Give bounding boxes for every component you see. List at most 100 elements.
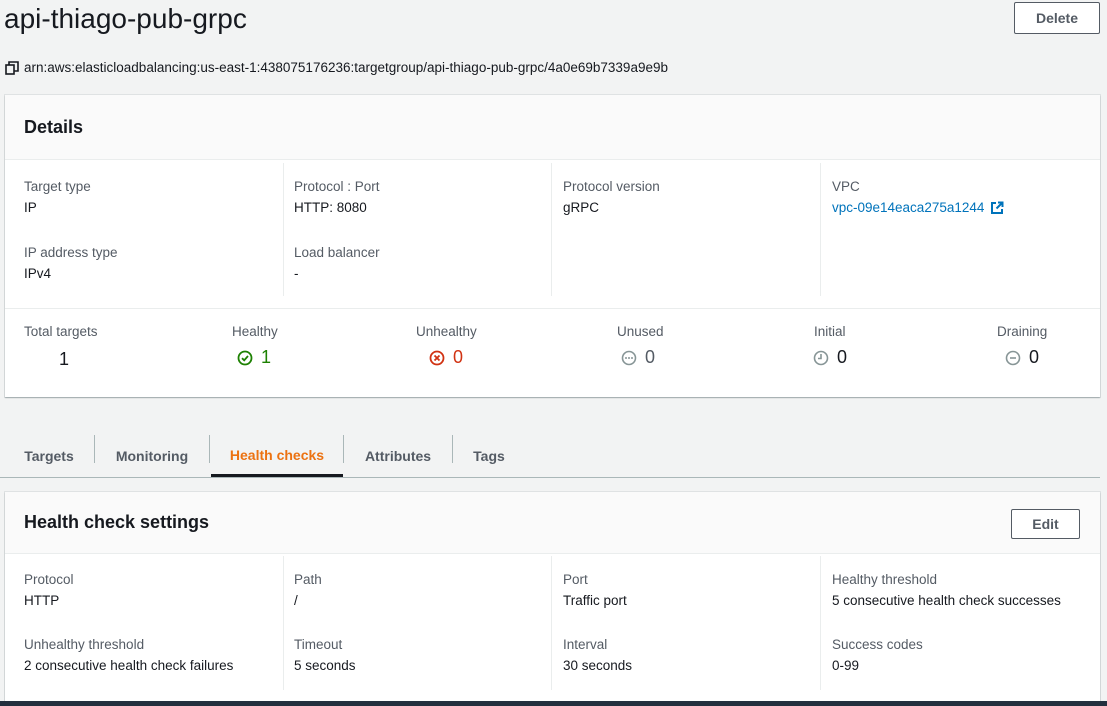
draining-stat: Draining 0 xyxy=(997,324,1047,368)
protocol-version-value: gRPC xyxy=(563,200,600,215)
hc-timeout-value: 5 seconds xyxy=(294,658,356,673)
healthy-label: Healthy xyxy=(232,324,278,339)
clock-icon xyxy=(813,350,829,365)
unhealthy-stat: Unhealthy 0 xyxy=(416,324,477,368)
hc-path-field: Path / xyxy=(294,572,322,608)
details-col-4: VPC vpc-09e14eaca275a1244 xyxy=(820,163,1100,296)
protocol-port-value: HTTP: 8080 xyxy=(294,200,367,215)
delete-button[interactable]: Delete xyxy=(1014,2,1100,34)
edit-button[interactable]: Edit xyxy=(1011,509,1080,539)
unused-label: Unused xyxy=(617,324,664,339)
check-circle-icon xyxy=(237,350,253,365)
protocol-version-field: Protocol version gRPC xyxy=(563,179,660,215)
ip-address-type-field: IP address type IPv4 xyxy=(24,245,118,281)
arn-text: arn:aws:elasticloadbalancing:us-east-1:4… xyxy=(24,60,668,75)
tab-tags[interactable]: Tags xyxy=(453,435,525,477)
health-check-title: Health check settings xyxy=(24,512,210,532)
unhealthy-threshold-label: Unhealthy threshold xyxy=(24,637,145,652)
target-type-field: Target type IP xyxy=(24,179,91,215)
hc-timeout-field: Timeout 5 seconds xyxy=(294,637,356,673)
hc-col-3: Port Traffic port Interval 30 seconds xyxy=(551,556,820,690)
details-col-2: Protocol : Port HTTP: 8080 Load balancer… xyxy=(283,163,552,296)
tab-monitoring[interactable]: Monitoring xyxy=(95,435,209,477)
vpc-link[interactable]: vpc-09e14eaca275a1244 xyxy=(832,200,1004,215)
hc-protocol-field: Protocol HTTP xyxy=(24,572,74,608)
unused-stat: Unused 0 xyxy=(617,324,664,368)
success-codes-value: 0-99 xyxy=(832,658,860,673)
protocol-version-label: Protocol version xyxy=(563,179,660,194)
total-targets-label: Total targets xyxy=(24,324,98,339)
copy-icon[interactable] xyxy=(5,60,19,75)
details-col-1: Target type IP IP address type IPv4 xyxy=(5,160,283,298)
details-header: Details xyxy=(5,95,1100,160)
draining-value: 0 xyxy=(1005,347,1047,368)
healthy-value: 1 xyxy=(237,347,278,368)
tab-attributes[interactable]: Attributes xyxy=(344,435,452,477)
health-check-panel: Health check settings Protocol HTTP Unhe… xyxy=(5,492,1100,702)
details-title: Details xyxy=(24,116,84,137)
healthy-threshold-label: Healthy threshold xyxy=(832,572,938,587)
hc-interval-field: Interval 30 seconds xyxy=(563,637,632,673)
external-link-icon[interactable] xyxy=(990,201,1004,215)
protocol-port-field: Protocol : Port HTTP: 8080 xyxy=(294,179,380,215)
unhealthy-value: 0 xyxy=(429,347,477,368)
unused-dots-icon xyxy=(621,350,637,365)
unhealthy-label: Unhealthy xyxy=(416,324,477,339)
hc-col-2: Path / Timeout 5 seconds xyxy=(283,556,552,690)
hc-port-field: Port Traffic port xyxy=(563,572,627,608)
error-circle-icon xyxy=(429,350,445,365)
healthy-stat: Healthy 1 xyxy=(232,324,278,368)
initial-label: Initial xyxy=(814,324,846,339)
unused-count: 0 xyxy=(645,347,656,367)
draining-minus-icon xyxy=(1005,350,1021,365)
load-balancer-field: Load balancer - xyxy=(294,245,380,281)
target-type-label: Target type xyxy=(24,179,91,194)
vpc-link-text[interactable]: vpc-09e14eaca275a1244 xyxy=(832,200,984,215)
success-codes-label: Success codes xyxy=(832,637,923,652)
page-title: api-thiago-pub-grpc xyxy=(4,3,247,34)
hc-port-value: Traffic port xyxy=(563,593,627,608)
load-balancer-label: Load balancer xyxy=(294,245,380,260)
tab-bar: Targets Monitoring Health checks Attribu… xyxy=(0,425,1100,478)
hc-path-label: Path xyxy=(294,572,322,587)
tab-targets[interactable]: Targets xyxy=(4,435,94,477)
ip-address-type-value: IPv4 xyxy=(24,266,52,281)
tab-separator xyxy=(209,435,210,463)
details-col-3: Protocol version gRPC xyxy=(551,163,820,296)
unused-value: 0 xyxy=(621,347,664,368)
vpc-field: VPC vpc-09e14eaca275a1244 xyxy=(832,179,1004,215)
hc-path-value: / xyxy=(294,593,298,608)
success-codes-field: Success codes 0-99 xyxy=(832,637,923,673)
hc-port-label: Port xyxy=(563,572,588,587)
unhealthy-count: 0 xyxy=(453,347,464,367)
vpc-label: VPC xyxy=(832,179,860,194)
protocol-port-label: Protocol : Port xyxy=(294,179,380,194)
target-type-value: IP xyxy=(24,200,37,215)
initial-stat: Initial 0 xyxy=(813,324,847,368)
hc-interval-value: 30 seconds xyxy=(563,658,633,673)
hc-timeout-label: Timeout xyxy=(294,637,343,652)
draining-label: Draining xyxy=(997,324,1048,339)
total-targets-value: 1 xyxy=(59,349,70,369)
healthy-threshold-value: 5 consecutive health check successes xyxy=(832,593,1061,608)
hc-col-4: Healthy threshold 5 consecutive health c… xyxy=(820,556,1100,690)
targets-summary: Total targets 1 Healthy 1 Unhealthy 0 Un… xyxy=(5,308,1100,398)
healthy-count: 1 xyxy=(261,347,272,367)
health-check-header: Health check settings xyxy=(5,492,1100,554)
draining-count: 0 xyxy=(1029,347,1040,367)
hc-interval-label: Interval xyxy=(563,637,608,652)
hc-col-1: Protocol HTTP Unhealthy threshold 2 cons… xyxy=(5,554,283,702)
unhealthy-threshold-value: 2 consecutive health check failures xyxy=(24,658,234,673)
total-targets-stat: Total targets 1 xyxy=(24,324,98,370)
unhealthy-threshold-field: Unhealthy threshold 2 consecutive health… xyxy=(24,637,233,673)
initial-count: 0 xyxy=(837,347,848,367)
ip-address-type-label: IP address type xyxy=(24,245,118,260)
hc-protocol-label: Protocol xyxy=(24,572,74,587)
tab-health-checks[interactable]: Health checks xyxy=(211,435,343,477)
details-panel: Details Target type IP IP address type I… xyxy=(5,95,1100,397)
healthy-threshold-field: Healthy threshold 5 consecutive health c… xyxy=(832,572,1061,608)
hc-protocol-value: HTTP xyxy=(24,593,60,608)
initial-value: 0 xyxy=(813,347,847,368)
bottom-bar xyxy=(0,701,1107,706)
arn-row: arn:aws:elasticloadbalancing:us-east-1:4… xyxy=(5,60,668,75)
